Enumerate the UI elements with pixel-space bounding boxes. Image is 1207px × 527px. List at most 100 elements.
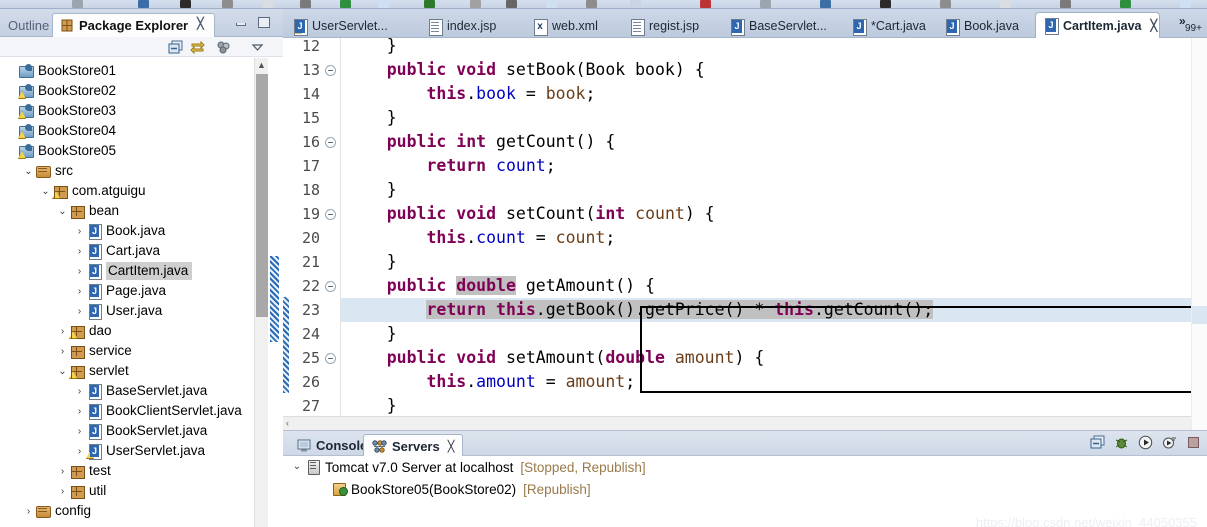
view-menu-icon[interactable] <box>216 40 231 54</box>
build-icon[interactable] <box>340 0 351 8</box>
code-line[interactable]: this.book = book; <box>341 82 1191 106</box>
tree-item-test[interactable]: › test <box>0 461 268 481</box>
start-icon[interactable] <box>1138 435 1153 450</box>
chevron-down-icon[interactable]: ⌄ <box>23 166 34 177</box>
code-line[interactable]: } <box>341 178 1191 202</box>
terminate-icon[interactable] <box>700 0 711 8</box>
collapse-all-icon[interactable] <box>168 40 183 54</box>
tree-item-cartitem-java[interactable]: › CartItem.java <box>0 261 268 281</box>
editor-tab-webxml[interactable]: web.xml <box>525 14 622 38</box>
run-icon[interactable] <box>940 0 951 8</box>
main-toolbar[interactable] <box>0 0 1207 9</box>
editor-overview-ruler-left[interactable] <box>268 58 283 527</box>
print-icon[interactable] <box>820 0 831 8</box>
code-line[interactable]: } <box>341 38 1191 58</box>
editor-tab-cartjava[interactable]: *Cart.java <box>844 14 937 38</box>
close-icon[interactable]: ╳ <box>448 440 455 453</box>
code-line[interactable]: } <box>341 106 1191 130</box>
tree-item-servlet[interactable]: ⌄ servlet <box>0 361 268 381</box>
profile-icon[interactable] <box>1162 435 1177 450</box>
scroll-up-icon[interactable]: ▲ <box>255 58 268 73</box>
debug-icon[interactable] <box>1114 435 1129 450</box>
code-line[interactable]: public int getCount() { <box>341 130 1191 154</box>
editor-overview-ruler-right[interactable] <box>1191 38 1207 430</box>
fold-toggle-icon[interactable] <box>325 137 336 148</box>
tree-item-config[interactable]: › config <box>0 501 268 521</box>
terminate-icon[interactable] <box>1186 435 1201 450</box>
view-tab-outline[interactable]: Outline <box>0 13 57 37</box>
fold-toggle-icon[interactable] <box>325 65 336 76</box>
tree-item-cart-java[interactable]: › Cart.java <box>0 241 268 261</box>
chevron-right-icon[interactable]: › <box>23 506 34 517</box>
java-source-editor[interactable]: 1213141516171819202122232425262728 } pub… <box>283 38 1207 430</box>
chevron-down-icon[interactable]: ⌄ <box>57 206 68 217</box>
save-icon[interactable] <box>72 0 83 8</box>
chevron-right-icon[interactable]: › <box>57 346 68 357</box>
perspective-icon[interactable] <box>378 0 389 8</box>
chevron-right-icon[interactable]: › <box>74 406 85 417</box>
code-line[interactable]: public void setCount(int count) { <box>341 202 1191 226</box>
fold-toggle-icon[interactable] <box>325 353 336 364</box>
chevron-down-icon[interactable]: ⌄ <box>40 186 51 197</box>
editor-tab-overflow-button[interactable]: » 99+ <box>1177 14 1203 38</box>
chevron-down-icon[interactable]: ⌄ <box>57 366 68 377</box>
server-row[interactable]: ⌄ Tomcat v7.0 Server at localhost [Stopped… <box>283 456 1207 478</box>
chevron-right-icon[interactable]: › <box>74 386 85 397</box>
code-line[interactable]: public void setBook(Book book) { <box>341 58 1191 82</box>
tree-item-bookstore01[interactable]: BookStore01 <box>0 61 268 81</box>
tree-item-userservlet-java[interactable]: › UserServlet.java <box>0 441 268 461</box>
editor-tab-cartitemjava[interactable]: CartItem.java ╳ <box>1035 12 1160 38</box>
tree-item-bookclientservlet-java[interactable]: › BookClientServlet.java <box>0 401 268 421</box>
chevron-right-icon[interactable]: › <box>74 306 85 317</box>
open-icon[interactable] <box>300 0 311 8</box>
forward-icon[interactable] <box>586 0 597 8</box>
tree-item-bookstore02[interactable]: BookStore02 <box>0 81 268 101</box>
close-icon[interactable]: ╳ <box>197 19 208 30</box>
scrollbar-thumb[interactable] <box>256 74 268 317</box>
editor-tab-indexjsp[interactable]: index.jsp <box>420 14 525 38</box>
package-explorer-scrollbar[interactable]: ▲ <box>254 58 268 527</box>
tree-item-bookstore05[interactable]: BookStore05 <box>0 141 268 161</box>
tree-item-bookstore03[interactable]: BookStore03 <box>0 101 268 121</box>
chevron-right-icon[interactable]: › <box>74 266 85 277</box>
save-icon[interactable] <box>760 0 771 8</box>
tree-item-baseservlet-java[interactable]: › BaseServlet.java <box>0 381 268 401</box>
close-icon[interactable]: ╳ <box>1151 19 1158 32</box>
editor-horizontal-scrollbar[interactable]: ‹ <box>283 416 1191 430</box>
search-icon[interactable] <box>424 0 435 8</box>
code-line[interactable]: } <box>341 322 1191 346</box>
maximize-view-button[interactable] <box>258 17 271 29</box>
chevron-right-icon[interactable]: › <box>57 466 68 477</box>
editor-tab-baseservlet[interactable]: BaseServlet... <box>722 14 844 38</box>
chevron-right-icon[interactable]: › <box>74 246 85 257</box>
view-dropdown-icon[interactable] <box>250 40 265 54</box>
editor-tab-bookjava[interactable]: Book.java <box>937 14 1035 38</box>
tree-item-bookservlet-java[interactable]: › BookServlet.java <box>0 421 268 441</box>
back-icon[interactable] <box>546 0 557 8</box>
editor-tab-userservlet[interactable]: UserServlet... <box>285 14 420 38</box>
code-text[interactable]: } public void setBook(Book book) { this.… <box>341 38 1191 430</box>
tree-item-bookstore04[interactable]: BookStore04 <box>0 121 268 141</box>
chevron-right-icon[interactable]: › <box>57 486 68 497</box>
code-line[interactable]: this.count = count; <box>341 226 1191 250</box>
minimize-view-button[interactable] <box>236 17 249 29</box>
external-tools-icon[interactable] <box>630 0 641 8</box>
hscrollbar-thumb[interactable] <box>299 418 859 429</box>
code-line[interactable]: return count; <box>341 154 1191 178</box>
open-icon[interactable] <box>1060 0 1071 8</box>
scroll-left-icon[interactable]: ‹ <box>286 418 289 428</box>
new-icon[interactable] <box>262 0 273 8</box>
perspective-icon[interactable] <box>1180 0 1191 8</box>
run-icon[interactable] <box>222 0 233 8</box>
code-line[interactable]: public double getAmount() { <box>341 274 1191 298</box>
server-row[interactable]: BookStore05(BookStore02) [Republish] <box>283 478 1207 500</box>
tree-item-service[interactable]: › service <box>0 341 268 361</box>
debug-icon[interactable] <box>180 0 191 8</box>
print-icon[interactable] <box>138 0 149 8</box>
code-line[interactable]: } <box>341 394 1191 418</box>
build-icon[interactable] <box>1120 0 1131 8</box>
chevron-right-icon[interactable]: › <box>74 426 85 437</box>
project-tree[interactable]: BookStore01 BookStore02 BookStore03 BookSto… <box>0 58 268 527</box>
code-line[interactable]: public void setAmount(double amount) { <box>341 346 1191 370</box>
chevron-right-icon[interactable]: › <box>74 226 85 237</box>
